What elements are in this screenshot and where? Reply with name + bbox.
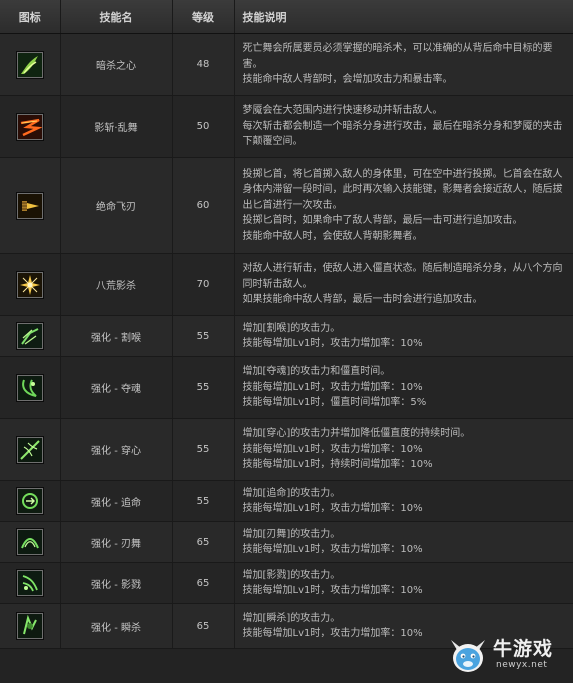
skill-description: 增加[影戮]的攻击力。技能每增加Lv1时，攻击力增加率：10% [234, 562, 573, 604]
description-line: 技能命中敌人背部时，会增加攻击力和暴击率。 [242, 74, 453, 86]
green-chase-icon [16, 488, 43, 514]
description-line: 增加[影戮]的攻击力。 [242, 569, 341, 581]
skill-description: 投掷匕首，将匕首掷入敌人的身体里，可在空中进行投掷。匕首会在敌人身体内滞留一段时… [234, 157, 573, 254]
skill-row: 影斩·乱舞 50 梦魇会在大范围内进行快速移动并斩击敌人。 每次斩击都会制造一个暗杀分… [0, 95, 573, 158]
skill-icon-cell [0, 33, 61, 96]
skill-row: 强化 - 夺魂 55 增加[夺魂]的攻击力和僵直时间。 技能每增加Lv1时，攻击力增加… [0, 356, 573, 419]
green-wing-strike-icon [16, 51, 43, 78]
description-line: 投掷匕首时，如果命中了敌人背部，最后一击可进行追加攻击。 [242, 215, 523, 227]
description-line: 死亡舞会所属要员必须掌握的暗杀术，可以准确的从背后命中目标的要害。 [242, 43, 553, 70]
table-header-row: 图标 技能名 等级 技能说明 [0, 0, 573, 34]
description-line: 梦魇会在大范围内进行快速移动并斩击敌人。 [242, 105, 443, 117]
starburst-icon [16, 271, 43, 298]
skill-icon-cell [0, 480, 61, 522]
description-line: 技能每增加Lv1时，攻击力增加率：10% [242, 503, 423, 514]
skill-row: 强化 - 追命 55 增加[追命]的攻击力。 技能每增加Lv1时，攻击力增加率：10% [0, 480, 573, 522]
skill-row: 绝命飞刃 60 投掷匕首，将匕首掷入敌人的身体里，可在空中进行投掷。匕首会在敌人身体… [0, 157, 573, 254]
description-line: 增加[穿心]的攻击力并增加降低僵直度的持续时间。 [242, 428, 471, 440]
skill-name: 影斩·乱舞 [60, 95, 173, 158]
skill-icon-cell [0, 157, 61, 254]
skill-level: 70 [172, 253, 235, 316]
green-soul-icon [16, 374, 43, 401]
skill-name: 强化 - 穿心 [60, 418, 173, 481]
skill-level: 60 [172, 157, 235, 254]
skill-level: 55 [172, 315, 235, 357]
skill-description: 梦魇会在大范围内进行快速移动并斩击敌人。每次斩击都会制造一个暗杀分身进行攻击，最… [234, 95, 573, 158]
site-watermark: 牛游戏 newyx.net [447, 633, 565, 677]
skill-description: 增加[穿心]的攻击力并增加降低僵直度的持续时间。 技能每增加Lv1时，攻击力增加率… [234, 418, 573, 481]
watermark-url: newyx.net [496, 660, 548, 670]
skill-row: 强化 - 影戮 65 增加[影戮]的攻击力。 技能每增加Lv1时，攻击力增加率：10% [0, 562, 573, 604]
skill-level: 55 [172, 356, 235, 419]
description-line: 增加[割喉]的攻击力。 [242, 322, 341, 334]
skill-description: 增加[割喉]的攻击力。技能每增加Lv1时，攻击力增加率：10% [234, 315, 573, 357]
skill-level: 65 [172, 603, 235, 649]
description-line: 如果技能命中敌人背部，最后一击时会进行追加攻击。 [242, 294, 483, 306]
skill-icon-cell [0, 603, 61, 649]
column-header-description: 技能说明 [234, 0, 573, 34]
skill-icon-cell [0, 418, 61, 481]
description-line: 技能每增加Lv1时，攻击力增加率：10% [242, 338, 423, 349]
description-line: 增加[瞬杀]的攻击力。 [242, 612, 341, 624]
skill-description: 增加[夺魂]的攻击力和僵直时间。技能每增加Lv1时，攻击力增加率：10% 技能每增… [234, 356, 573, 419]
skill-icon-cell [0, 521, 61, 563]
skill-level: 50 [172, 95, 235, 158]
description-line: 对敌人进行斩击，使敌人进入僵直状态。随后制造暗杀分身，从八个方向同时斩击敌人。 [242, 263, 563, 290]
skill-icon-cell [0, 562, 61, 604]
green-shadow-icon [16, 570, 43, 596]
green-instant-kill-icon [16, 613, 43, 639]
watermark-brand: 牛游戏 [493, 638, 554, 660]
skill-name: 强化 - 刃舞 [60, 521, 173, 563]
skill-icon-cell [0, 253, 61, 316]
skill-row: 八荒影杀 70 对敌人进行斩击，使敌人进入僵直状态。随后制造暗杀分身，从八个方向同时… [0, 253, 573, 316]
skill-icon-cell [0, 95, 61, 158]
skill-row: 强化 - 割喉 55 增加[割喉]的攻击力。 技能每增加Lv1时，攻击力增加率：10% [0, 315, 573, 357]
skill-level: 55 [172, 480, 235, 522]
skill-icon-cell [0, 356, 61, 419]
green-blade-dance-icon [16, 529, 43, 555]
skill-name: 强化 - 影戮 [60, 562, 173, 604]
column-header-name: 技能名 [60, 0, 173, 34]
description-line: 技能每增加Lv1时，攻击力增加率：10% [242, 381, 423, 393]
skill-table: 图标 技能名 等级 技能说明 暗杀之心 48 死亡舞会所属要员必须掌握的暗杀术，可以… [0, 0, 573, 649]
bull-logo-icon [451, 640, 485, 672]
skill-description: 增加[刃舞]的攻击力。技能每增加Lv1时，攻击力增加率：10% [234, 521, 573, 563]
description-line: 技能命中敌人时，会使敌人背朝影舞者。 [242, 230, 423, 242]
description-line: 技能每增加Lv1时，攻击力增加率：10% [242, 585, 423, 596]
column-header-level: 等级 [172, 0, 235, 34]
skill-description: 增加[追命]的攻击力。技能每增加Lv1时，攻击力增加率：10% [234, 480, 573, 522]
skill-icon-cell [0, 315, 61, 357]
column-header-icon: 图标 [0, 0, 61, 34]
skill-level: 65 [172, 562, 235, 604]
skill-name: 八荒影杀 [60, 253, 173, 316]
skill-name: 绝命飞刃 [60, 157, 173, 254]
description-line: 技能每增加Lv1时，攻击力增加率：10% [242, 443, 423, 455]
skill-name: 强化 - 夺魂 [60, 356, 173, 419]
skill-description: 死亡舞会所属要员必须掌握的暗杀术，可以准确的从背后命中目标的要害。技能命中敌人背… [234, 33, 573, 96]
skill-row: 强化 - 刃舞 65 增加[刃舞]的攻击力。 技能每增加Lv1时，攻击力增加率：10% [0, 521, 573, 563]
skill-name: 暗杀之心 [60, 33, 173, 96]
skill-level: 65 [172, 521, 235, 563]
description-line: 增加[刃舞]的攻击力。 [242, 528, 341, 540]
green-pierce-icon [16, 436, 43, 463]
skill-name: 强化 - 瞬杀 [60, 603, 173, 649]
skill-level: 55 [172, 418, 235, 481]
description-line: 每次斩击都会制造一个暗杀分身进行攻击，最后在暗杀分身和梦魇的夹击下颠覆空间。 [242, 120, 563, 148]
description-line: 技能每增加Lv1时，攻击力增加率：10% [242, 544, 423, 555]
description-line: 投掷匕首，将匕首掷入敌人的身体里，可在空中进行投掷。匕首会在敌人身体内滞留一段时… [242, 168, 563, 211]
skill-level: 48 [172, 33, 235, 96]
description-line: 技能每增加Lv1时，持续时间增加率：10% [242, 459, 433, 471]
red-shadow-slash-icon [16, 113, 43, 140]
description-line: 技能每增加Lv1时，僵直时间增加率：5% [242, 397, 427, 409]
gold-flying-blade-icon [16, 192, 43, 219]
description-line: 增加[追命]的攻击力。 [242, 487, 341, 499]
skill-name: 强化 - 追命 [60, 480, 173, 522]
skill-name: 强化 - 割喉 [60, 315, 173, 357]
skill-description: 对敌人进行斩击，使敌人进入僵直状态。随后制造暗杀分身，从八个方向同时斩击敌人。如… [234, 253, 573, 316]
skill-row: 强化 - 穿心 55 增加[穿心]的攻击力并增加降低僵直度的持续时间。 技能每增加Lv… [0, 418, 573, 481]
green-claw-icon [16, 323, 43, 349]
description-line: 增加[夺魂]的攻击力和僵直时间。 [242, 366, 391, 378]
skill-row: 暗杀之心 48 死亡舞会所属要员必须掌握的暗杀术，可以准确的从背后命中目标的要害。技… [0, 33, 573, 96]
